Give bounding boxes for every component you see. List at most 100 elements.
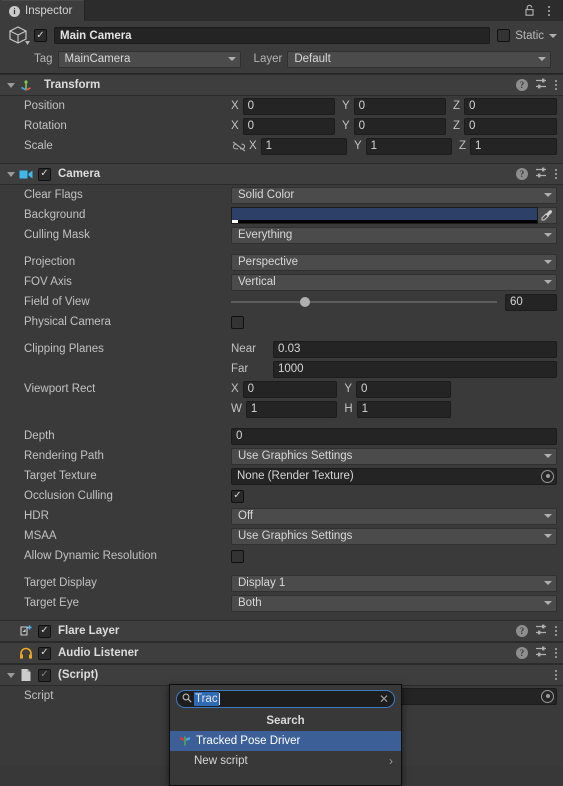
allow-dynamic-resolution-checkbox[interactable] (231, 549, 244, 563)
axis-label: Y (354, 140, 362, 152)
popup-item-new-script[interactable]: New script › (170, 751, 401, 771)
target-display-dropdown[interactable]: Display 1 (231, 574, 557, 592)
info-icon: i (9, 5, 20, 17)
property-row-clipping-near: Clipping Planes Near 0.03 (0, 339, 563, 359)
occlusion-culling-checkbox[interactable]: ✓ (231, 489, 244, 503)
property-row-allow-dynamic-resolution: Allow Dynamic Resolution (0, 546, 563, 566)
clear-flags-dropdown[interactable]: Solid Color (231, 186, 557, 204)
gameobject-name-input[interactable]: Main Camera (54, 27, 491, 44)
help-icon[interactable]: ? (516, 168, 528, 180)
eyedropper-icon[interactable] (538, 206, 557, 224)
property-label: Clear Flags (24, 189, 83, 201)
chevron-down-icon (544, 601, 552, 605)
scale-x-input[interactable]: 1 (260, 137, 347, 155)
viewport-x-input[interactable]: 0 (242, 380, 338, 398)
preset-settings-icon[interactable] (535, 166, 548, 182)
link-broken-icon[interactable] (231, 141, 247, 152)
chevron-down-icon (544, 233, 552, 237)
help-icon[interactable]: ? (516, 647, 528, 659)
rotation-x-input[interactable]: 0 (242, 117, 335, 135)
depth-input[interactable]: 0 (231, 427, 557, 445)
position-x-input[interactable]: 0 (242, 97, 335, 115)
component-header-camera[interactable]: ✓ Camera ? (0, 163, 563, 185)
target-eye-dropdown[interactable]: Both (231, 594, 557, 612)
chevron-down-icon (544, 581, 552, 585)
script-enabled-checkbox[interactable]: ✓ (38, 668, 51, 682)
clear-x-icon[interactable]: ✕ (379, 693, 389, 705)
target-texture-objectfield[interactable]: None (Render Texture) (231, 467, 557, 485)
projection-dropdown[interactable]: Perspective (231, 253, 557, 271)
kebab-menu-icon[interactable] (540, 2, 557, 19)
viewport-y-input[interactable]: 0 (356, 380, 451, 398)
object-picker-icon[interactable] (541, 689, 554, 703)
clipping-near-input[interactable]: 0.03 (273, 340, 557, 358)
rotation-z-input[interactable]: 0 (464, 117, 557, 135)
fov-axis-dropdown[interactable]: Vertical (231, 273, 557, 291)
help-icon[interactable]: ? (516, 625, 528, 637)
chevron-down-icon (538, 57, 546, 61)
property-row-viewport-wh: W 1 H 1 (0, 399, 563, 419)
viewport-w-input[interactable]: 1 (245, 400, 338, 418)
background-color-swatch[interactable] (231, 206, 538, 224)
culling-mask-dropdown[interactable]: Everything (231, 226, 557, 244)
position-z-input[interactable]: 0 (464, 97, 557, 115)
kebab-menu-icon[interactable] (555, 670, 557, 680)
field-of-view-input[interactable]: 60 (505, 293, 557, 311)
tab-inspector[interactable]: i Inspector (0, 0, 86, 21)
near-label: Near (231, 343, 256, 355)
scale-y-input[interactable]: 1 (365, 137, 452, 155)
foldout-camera[interactable] (4, 171, 17, 177)
component-header-flare-layer[interactable]: ✓ Flare Layer ? (0, 620, 563, 642)
field-of-view-slider[interactable] (231, 297, 505, 307)
tabbar-actions (521, 0, 563, 21)
axis-label: Z (459, 140, 467, 152)
target-display-value: Display 1 (238, 577, 286, 589)
camera-enabled-checkbox[interactable]: ✓ (38, 167, 51, 181)
component-header-transform[interactable]: Transform ? (0, 74, 563, 96)
physical-camera-checkbox[interactable] (231, 315, 244, 329)
flare-layer-enabled-checkbox[interactable]: ✓ (38, 624, 51, 638)
hdr-dropdown[interactable]: Off (231, 507, 557, 525)
component-header-audio-listener[interactable]: ✓ Audio Listener ? (0, 642, 563, 664)
clipping-far-input[interactable]: 1000 (273, 360, 557, 378)
audio-listener-enabled-checkbox[interactable]: ✓ (38, 646, 51, 660)
tag-label: Tag (34, 53, 53, 65)
object-picker-icon[interactable] (541, 469, 554, 483)
chevron-down-icon (227, 57, 236, 61)
tag-dropdown[interactable]: MainCamera (57, 50, 241, 68)
static-dropdown-chevron-down-icon[interactable] (549, 33, 557, 38)
static-checkbox[interactable] (497, 29, 511, 42)
property-row-depth: Depth 0 (0, 426, 563, 446)
gameobject-enabled-checkbox[interactable]: ✓ (34, 29, 47, 42)
layer-dropdown[interactable]: Default (287, 50, 551, 68)
preset-settings-icon[interactable] (535, 77, 548, 93)
search-input-value: Trac (194, 692, 219, 706)
rendering-path-dropdown[interactable]: Use Graphics Settings (231, 447, 557, 465)
kebab-menu-icon[interactable] (555, 648, 557, 658)
fov-axis-value: Vertical (238, 276, 276, 288)
slider-track[interactable] (231, 297, 497, 307)
popup-item-tracked-pose-driver[interactable]: Tracked Pose Driver (170, 731, 401, 751)
slider-knob[interactable] (300, 297, 311, 307)
component-header-script[interactable]: ✓ (Script) (0, 664, 563, 686)
script-search-input[interactable]: Trac ✕ (176, 690, 395, 708)
property-label: Field of View (24, 296, 90, 308)
property-label: Scale (24, 140, 53, 152)
foldout-script[interactable] (4, 672, 17, 678)
viewport-h-input[interactable]: 1 (356, 400, 451, 418)
property-row-target-eye: Target Eye Both (0, 593, 563, 613)
kebab-menu-icon[interactable] (555, 169, 557, 179)
rotation-y-input[interactable]: 0 (353, 117, 446, 135)
foldout-transform[interactable] (4, 82, 17, 88)
msaa-dropdown[interactable]: Use Graphics Settings (231, 527, 557, 545)
preset-settings-icon[interactable] (535, 623, 548, 639)
help-icon[interactable]: ? (516, 79, 528, 91)
tag-value: MainCamera (64, 53, 131, 65)
preset-settings-icon[interactable] (535, 645, 548, 661)
scale-z-input[interactable]: 1 (470, 137, 557, 155)
lock-icon[interactable] (521, 2, 538, 19)
kebab-menu-icon[interactable] (555, 626, 557, 636)
component-title: Camera (58, 168, 101, 180)
kebab-menu-icon[interactable] (555, 80, 557, 90)
position-y-input[interactable]: 0 (353, 97, 446, 115)
